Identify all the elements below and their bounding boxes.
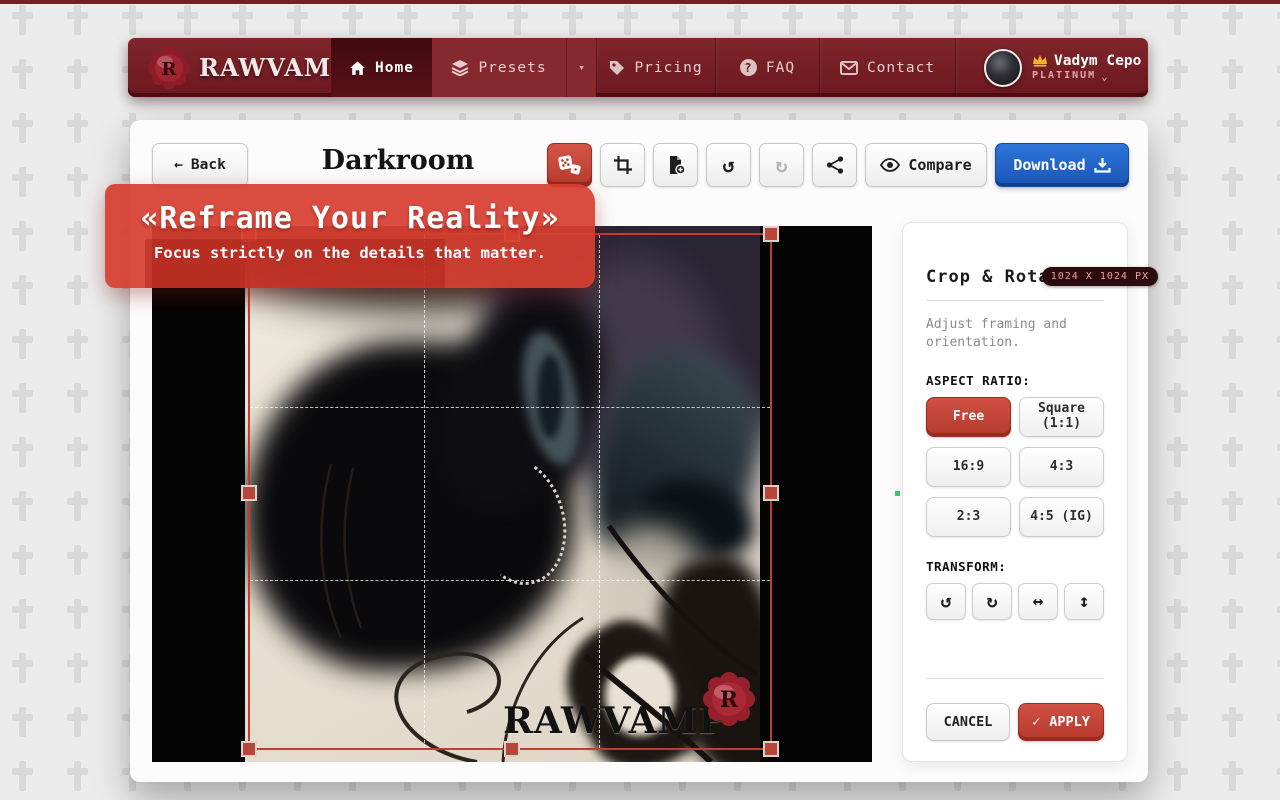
aspect-4-5-ig-button[interactable]: 4:5 (IG) bbox=[1019, 497, 1104, 537]
nav-item-home[interactable]: Home bbox=[331, 38, 432, 97]
banner-subtitle: Focus strictly on the details that matte… bbox=[105, 244, 595, 262]
flip-horizontal-icon: ↔ bbox=[1033, 591, 1044, 612]
crop-grid-line bbox=[250, 580, 770, 581]
flip-vertical-icon: ↕ bbox=[1079, 591, 1090, 612]
user-avatar bbox=[984, 49, 1022, 87]
crop-selection[interactable] bbox=[248, 233, 772, 750]
crop-rotate-panel: Crop & Rotate 1024 X 1024 PX Adjust fram… bbox=[902, 222, 1128, 762]
file-plus-icon bbox=[666, 155, 686, 175]
page-title: Darkroom bbox=[308, 145, 488, 176]
crop-handle-bottom-left[interactable] bbox=[241, 741, 257, 757]
user-menu[interactable]: Vadym Cepo PLATINUM ⌄ bbox=[956, 38, 1148, 97]
aspect-ratio-label: ASPECT RATIO: bbox=[926, 373, 1104, 388]
transform-label: TRANSFORM: bbox=[926, 559, 1104, 574]
crown-icon bbox=[1032, 54, 1048, 67]
crop-icon bbox=[613, 155, 633, 175]
presets-dropdown-caret[interactable]: ▾ bbox=[566, 38, 596, 97]
crop-handle-middle-right[interactable] bbox=[763, 485, 779, 501]
eye-icon bbox=[880, 158, 900, 172]
user-tier: PLATINUM bbox=[1032, 70, 1096, 83]
aspect-16-9-button[interactable]: 16:9 bbox=[926, 447, 1011, 487]
download-button[interactable]: Download bbox=[995, 143, 1129, 187]
flip-horizontal-button[interactable]: ↔ bbox=[1018, 583, 1058, 620]
brand-logo[interactable]: R RAWVAMP bbox=[128, 38, 331, 97]
layers-icon bbox=[451, 59, 469, 76]
transform-buttons: ↺ ↻ ↔ ↕ bbox=[926, 583, 1104, 620]
question-circle-icon: ? bbox=[740, 59, 757, 76]
crop-handle-top-right[interactable] bbox=[763, 226, 779, 242]
main-navbar: R RAWVAMP Home Presets ▾ Pri bbox=[128, 38, 1148, 97]
crop-grid-line bbox=[424, 235, 425, 748]
cancel-button[interactable]: CANCEL bbox=[926, 703, 1010, 741]
crop-handle-bottom-center[interactable] bbox=[504, 741, 520, 757]
banner-title: «Reframe Your Reality» bbox=[105, 201, 595, 236]
share-button[interactable] bbox=[812, 143, 857, 187]
home-icon bbox=[349, 60, 366, 76]
rotate-left-button[interactable]: ↺ bbox=[926, 583, 966, 620]
crop-grid-line bbox=[250, 407, 770, 408]
aspect-square-button[interactable]: Square (1:1) bbox=[1019, 397, 1104, 437]
check-icon: ✓ bbox=[1032, 714, 1040, 730]
user-name: Vadym Cepo bbox=[1054, 52, 1141, 70]
random-preset-button[interactable] bbox=[547, 143, 592, 187]
aspect-ratio-options: Free Square (1:1) 16:9 4:3 2:3 4:5 (IG) bbox=[926, 397, 1104, 537]
share-icon bbox=[825, 155, 845, 175]
compare-button[interactable]: Compare bbox=[865, 143, 987, 187]
divider bbox=[926, 678, 1104, 679]
crop-handle-bottom-right[interactable] bbox=[763, 741, 779, 757]
back-arrow-icon: ← bbox=[174, 157, 183, 173]
divider bbox=[926, 300, 1104, 301]
nav-item-contact[interactable]: Contact bbox=[820, 38, 955, 97]
caret-down-icon: ▾ bbox=[578, 61, 585, 74]
rotate-right-button[interactable]: ↻ bbox=[972, 583, 1012, 620]
tag-icon bbox=[609, 60, 625, 76]
brand-name: RAWVAMP bbox=[199, 53, 350, 82]
download-icon bbox=[1094, 157, 1111, 173]
back-button[interactable]: ← Back bbox=[152, 143, 248, 187]
panel-description: Adjust framing and orientation. bbox=[926, 316, 1104, 351]
wax-seal-logo-icon: R bbox=[148, 47, 190, 89]
rotate-left-icon: ↺ bbox=[941, 591, 952, 612]
undo-button[interactable]: ↺ bbox=[706, 143, 751, 187]
envelope-icon bbox=[840, 61, 858, 75]
toolbar: ↺ ↻ Compare Download bbox=[547, 143, 1129, 187]
undo-icon: ↺ bbox=[722, 153, 734, 177]
svg-text:R: R bbox=[162, 59, 178, 80]
image-size-badge: 1024 X 1024 PX bbox=[1042, 267, 1158, 286]
copy-file-button[interactable] bbox=[653, 143, 698, 187]
stray-green-dot bbox=[895, 491, 900, 496]
aspect-2-3-button[interactable]: 2:3 bbox=[926, 497, 1011, 537]
crop-tool-button[interactable] bbox=[600, 143, 645, 187]
redo-button[interactable]: ↻ bbox=[759, 143, 804, 187]
promo-banner: «Reframe Your Reality» Focus strictly on… bbox=[105, 184, 595, 288]
crop-grid-line bbox=[599, 235, 600, 748]
dice-icon bbox=[557, 153, 583, 177]
crop-handle-middle-left[interactable] bbox=[241, 485, 257, 501]
aspect-free-button[interactable]: Free bbox=[926, 397, 1011, 437]
aspect-4-3-button[interactable]: 4:3 bbox=[1019, 447, 1104, 487]
top-accent-strip bbox=[0, 0, 1280, 4]
chevron-down-icon: ⌄ bbox=[1101, 70, 1110, 84]
rotate-right-icon: ↻ bbox=[987, 591, 998, 612]
nav-item-presets[interactable]: Presets bbox=[432, 38, 566, 97]
nav-item-faq[interactable]: ? FAQ bbox=[716, 38, 819, 97]
nav-item-pricing[interactable]: Pricing bbox=[597, 38, 715, 97]
flip-vertical-button[interactable]: ↕ bbox=[1064, 583, 1104, 620]
redo-icon: ↻ bbox=[775, 153, 787, 177]
editor-canvas: RAWVAMP R bbox=[152, 226, 872, 762]
apply-button[interactable]: ✓ APPLY bbox=[1018, 703, 1104, 741]
